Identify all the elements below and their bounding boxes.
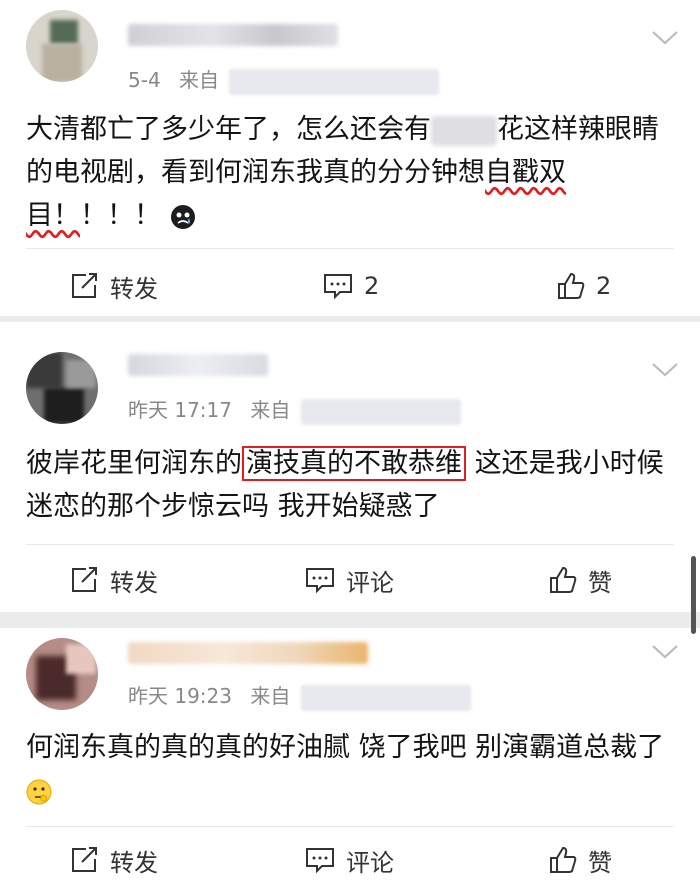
comment-text-part: 彼岸花里何润东的: [26, 448, 242, 479]
divider: [26, 544, 674, 545]
source-prefix: 来自: [250, 684, 291, 708]
repost-label: 转发: [110, 848, 158, 877]
thumbs-up-icon: [550, 846, 577, 873]
repost-button[interactable]: 转发: [70, 266, 158, 306]
source-blurred: [300, 398, 461, 425]
like-label: 赞: [588, 568, 612, 597]
comment-card-1: 5-4 来自 大清都亡了多少年了，怎么还会有 花这样辣眼睛的电视剧，看到何润东我真…: [0, 0, 700, 316]
share-square-icon: [72, 567, 97, 592]
comment-card-2: 昨天 17:17 来自 彼岸花里何润东的 演技真的不敢恭维 这还是我小时候迷恋的那…: [0, 322, 700, 612]
chevron-down-icon[interactable]: [650, 642, 680, 662]
like-button[interactable]: 赞: [548, 560, 612, 600]
crying-emoji-icon: [170, 204, 195, 229]
chevron-down-icon[interactable]: [650, 360, 680, 380]
avatar[interactable]: [26, 10, 98, 82]
divider: [26, 248, 674, 249]
username-blurred[interactable]: [128, 642, 368, 664]
comment-card-3: 昨天 19:23 来自 何润东真的真的真的好油腻 饶了我吧 别演霸道总裁了 转发…: [0, 628, 700, 896]
comment-text-part: ！！！: [80, 200, 161, 231]
like-label: 赞: [588, 848, 612, 877]
source-blurred: [300, 684, 471, 711]
action-bar: 转发 评论 赞: [0, 560, 700, 600]
action-bar: 转发 2 2: [0, 266, 700, 306]
source-blurred: [229, 68, 440, 95]
thumbs-up-icon: [558, 272, 585, 299]
comment-meta: 昨天 17:17 来自: [128, 394, 461, 425]
comment-text: 彼岸花里何润东的 演技真的不敢恭维 这还是我小时候迷恋的那个步惊云吗 我开始疑惑了: [26, 442, 666, 528]
comment-text-part: 大清都亡了多少年了，怎么还会有: [26, 114, 431, 145]
username-blurred[interactable]: [128, 24, 338, 46]
comment-text: 何润东真的真的真的好油腻 饶了我吧 别演霸道总裁了: [26, 726, 666, 812]
avatar[interactable]: [26, 352, 98, 424]
source-prefix: 来自: [179, 68, 220, 92]
redacted-text: [431, 115, 497, 146]
comment-count: 2: [364, 272, 380, 300]
thumbs-up-icon: [550, 566, 577, 593]
action-bar: 转发 评论 赞: [0, 840, 700, 880]
comment-text-part: 何润东真的真的真的好油腻 饶了我吧 别演霸道总裁了: [26, 732, 665, 763]
highlighted-text-box: 演技真的不敢恭维: [242, 446, 466, 481]
share-square-icon: [72, 847, 97, 872]
comment-label: 评论: [346, 568, 394, 597]
comment-bubble-icon: [306, 848, 334, 874]
comment-button[interactable]: 评论: [304, 840, 394, 880]
like-count: 2: [596, 272, 612, 300]
chevron-down-icon[interactable]: [650, 28, 680, 48]
comment-text: 大清都亡了多少年了，怎么还会有 花这样辣眼睛的电视剧，看到何润东我真的分分钟想自戳…: [26, 108, 666, 237]
avatar[interactable]: [26, 638, 98, 710]
share-square-icon: [72, 273, 97, 298]
comment-button[interactable]: 评论: [304, 560, 394, 600]
repost-button[interactable]: 转发: [70, 840, 158, 880]
comment-meta: 昨天 19:23 来自: [128, 680, 471, 711]
thinking-emoji-icon: [26, 779, 52, 804]
like-button[interactable]: 赞: [548, 840, 612, 880]
comment-button[interactable]: 2: [322, 266, 379, 306]
source-prefix: 来自: [250, 398, 291, 422]
divider: [26, 826, 674, 827]
comment-date: 昨天 17:17: [128, 398, 232, 422]
scrollbar[interactable]: [691, 556, 696, 634]
like-button[interactable]: 2: [556, 266, 611, 306]
comment-bubble-icon: [324, 274, 352, 300]
username-blurred[interactable]: [128, 354, 268, 376]
comment-date: 昨天 19:23: [128, 684, 232, 708]
repost-button[interactable]: 转发: [70, 560, 158, 600]
repost-label: 转发: [110, 568, 158, 597]
comment-bubble-icon: [306, 568, 334, 594]
comment-label: 评论: [346, 848, 394, 877]
comment-meta: 5-4 来自: [128, 64, 440, 95]
comment-date: 5-4: [128, 68, 161, 92]
repost-label: 转发: [110, 274, 158, 303]
